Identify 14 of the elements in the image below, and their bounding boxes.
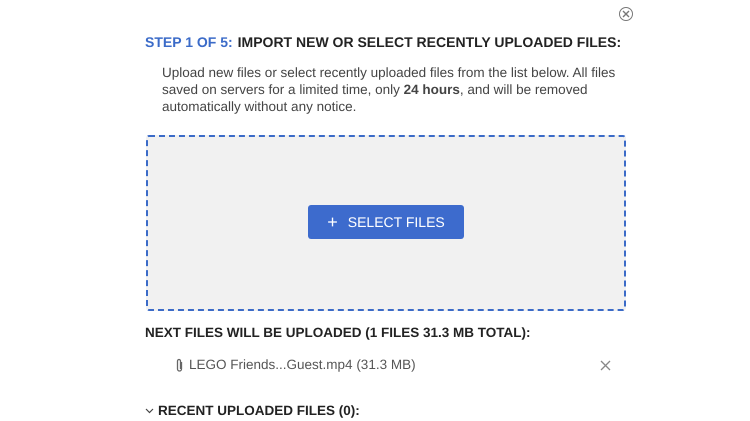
recent-files-toggle[interactable]: RECENT UPLOADED FILES (0): [145, 400, 626, 421]
remove-button[interactable] [599, 359, 611, 372]
chevron-icon [145, 406, 154, 416]
close-icon [622, 10, 630, 18]
next-files-heading: NEXT FILES WILL BE UPLOADED (1 FILES 31.3 MB TOTAL): [145, 324, 532, 342]
select-files-button[interactable]: + SELECT FILES [308, 205, 464, 239]
description: Upload new files or select recently uploaded files from the list below. All files saved on servers for a limited time, only 24 hours, and will be removed automatically without any notice. [162, 64, 616, 115]
drop-zone[interactable]: + SELECT FILES [146, 135, 626, 311]
step-title: IMPORT NEW OR SELECT RECENTLY UPLOADED FILES: [238, 33, 622, 51]
paperclip-icon [175, 358, 184, 373]
close-icon [600, 360, 610, 371]
step-label: STEP 1 OF 5: [145, 33, 233, 51]
file-name: LEGO Friends...Guest.mp4 (31.3 MB) [189, 356, 416, 374]
close-button[interactable] [619, 7, 633, 21]
